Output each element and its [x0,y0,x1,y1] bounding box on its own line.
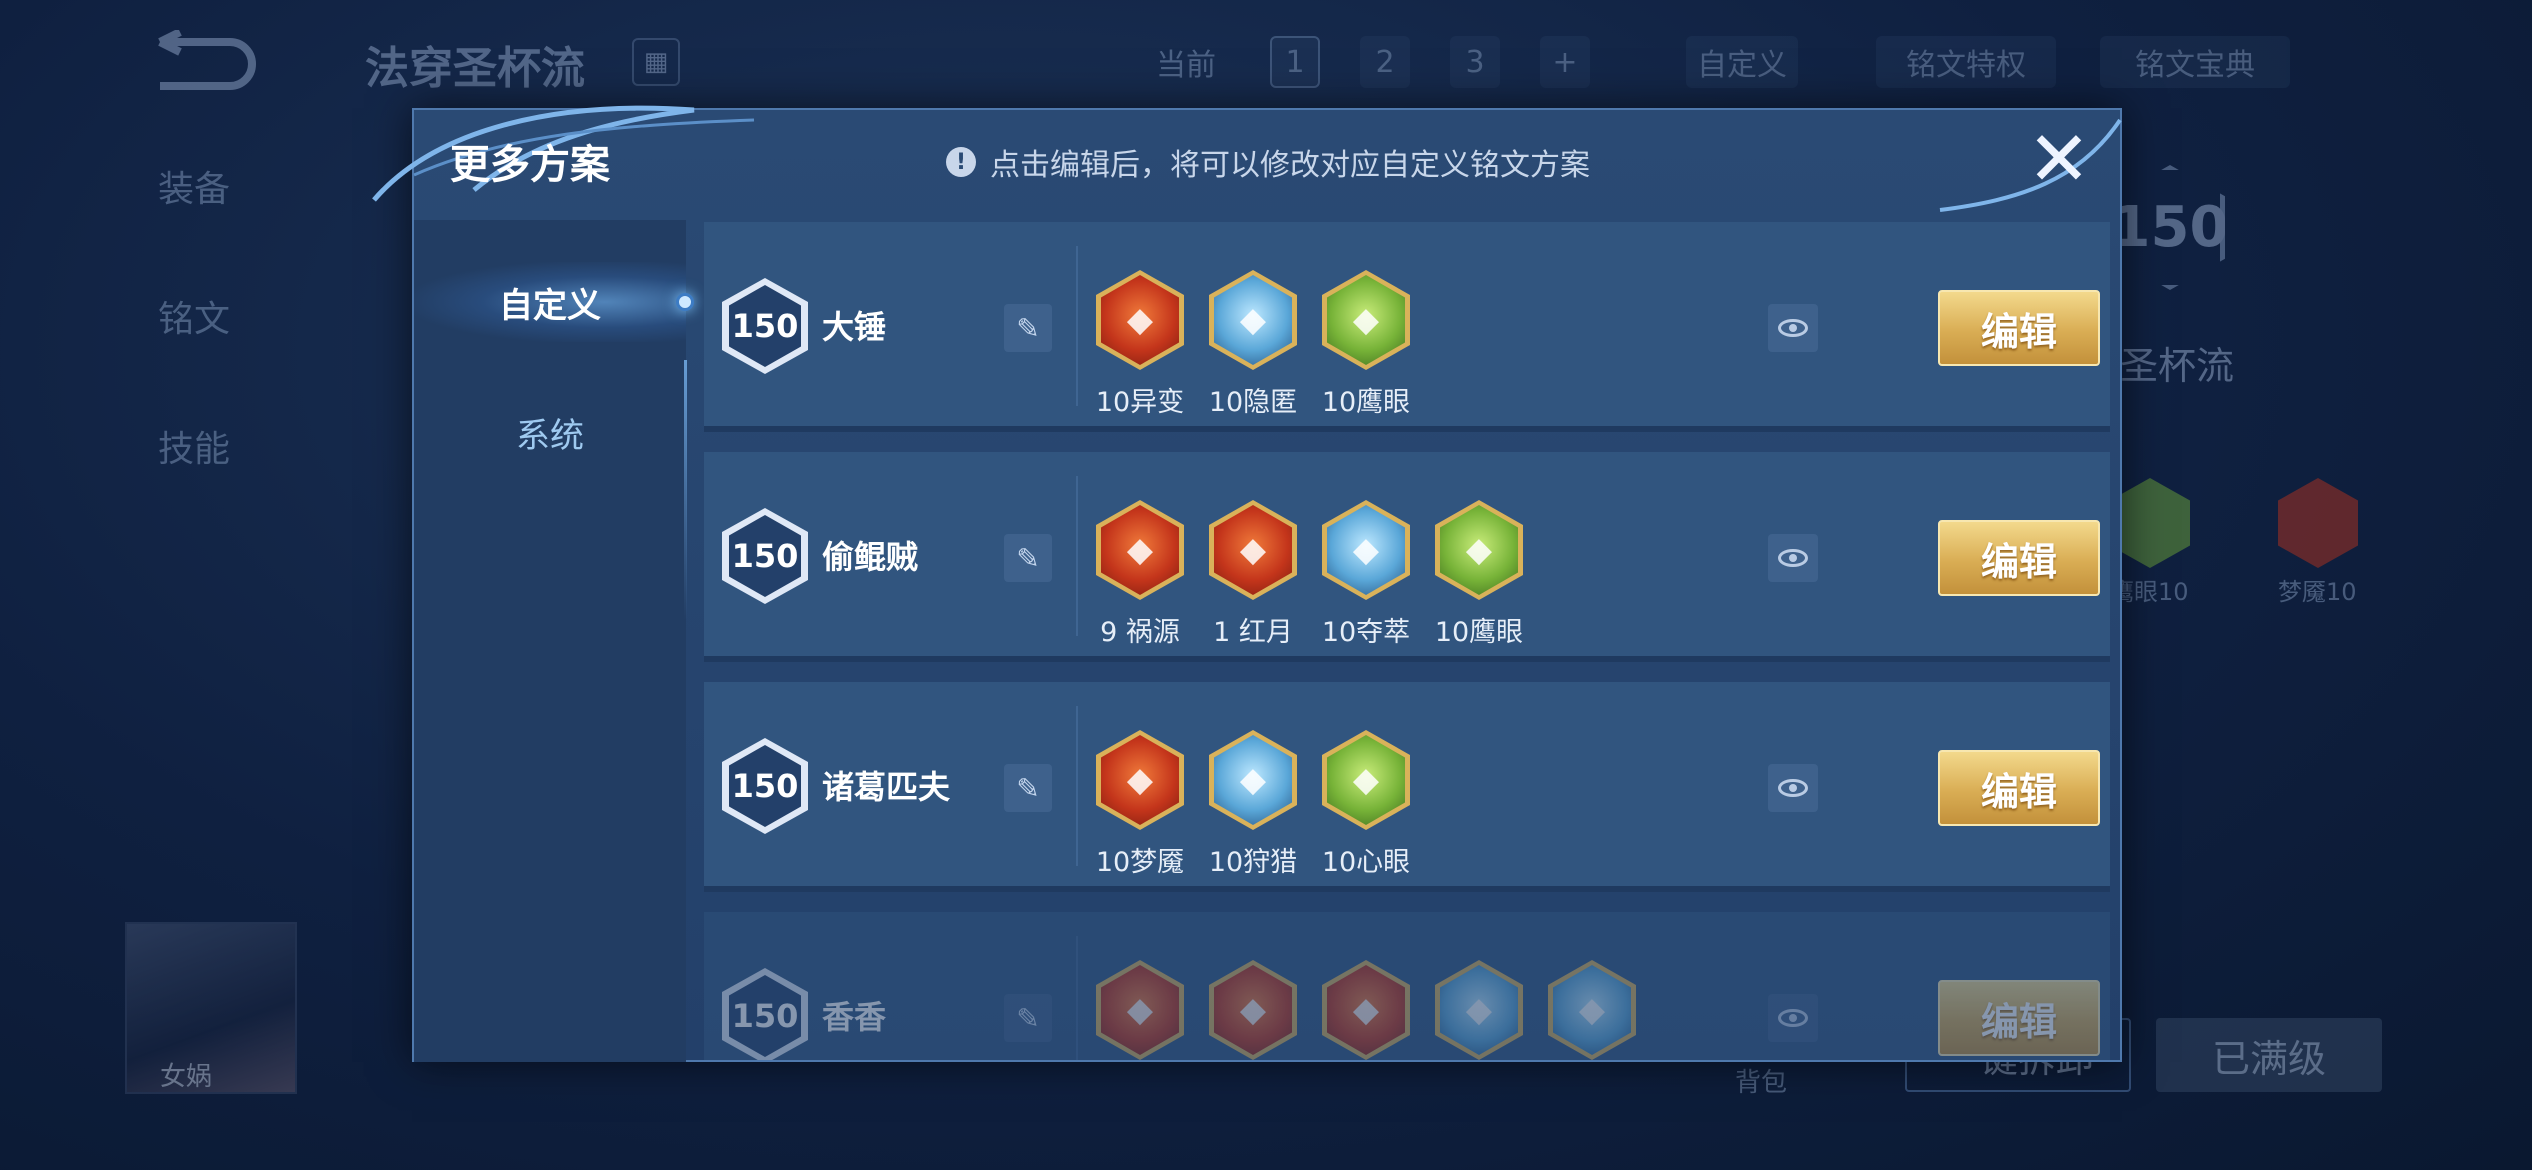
rune-caption: 1 红月 [1213,617,1293,648]
level-value: 150 [729,975,801,1057]
level-value: 150 [729,745,801,827]
side-item-runes[interactable]: 铭文 [158,290,230,342]
preview-eye-icon[interactable] [1768,534,1818,582]
row-divider [1076,476,1078,636]
side-item-equipment[interactable]: 装备 [158,160,230,212]
level-badge: 150 [722,968,808,1060]
row-divider [1076,706,1078,866]
rune-green-icon: ◆ [1435,500,1523,600]
rune-caption: 10心眼 [1321,847,1411,878]
rune-blue-icon: ◆ [1548,960,1636,1060]
rune-caption: 10异变 [1095,387,1185,418]
rune-caption: 10梦魇 [1095,847,1185,878]
rune-caption: 10夺萃 [1321,617,1411,648]
tab-custom[interactable]: 自定义 [414,262,686,342]
page-button-3[interactable]: 3 [1450,36,1500,88]
edit-button[interactable]: 编辑 [1938,980,2100,1056]
scheme-row: 150 香香 ✎ 编辑 ◆ ◆ ◆ ◆ ◆ [704,912,2110,1060]
edit-button[interactable]: 编辑 [1938,290,2100,366]
right-red-rune-icon [2278,478,2358,568]
scheme-name: 香香 [822,998,887,1036]
rune-red-icon: ◆ [1096,270,1184,370]
page-button-2[interactable]: 2 [1360,36,1410,88]
scheme-row: 150 偷鲲贼 ✎ 编辑 ◆ 9 祸源 ◆ 1 红月 ◆ 10夺萃 ◆ 10鹰眼 [704,452,2110,662]
grid-icon[interactable]: ▦ [632,38,680,86]
current-label: 当前 [1156,48,1216,83]
privilege-button[interactable]: 铭文特权 [1876,36,2056,88]
scheme-list[interactable]: 150 大锤 ✎ 编辑 ◆ 10异变 ◆ 10隐匿 ◆ 10鹰眼 150 偷鲲贼 ✎ 编辑… [704,222,2110,1060]
rune-caption: 10狩猎 [1208,847,1298,878]
scheme-name: 大锤 [822,308,887,346]
scheme-row: 150 诸葛匹夫 ✎ 编辑 ◆ 10梦魇 ◆ 10狩猎 ◆ 10心眼 [704,682,2110,892]
right-rune-caption-2: 梦魇10 [2278,578,2357,606]
rune-caption: 10隐匿 [1208,387,1298,418]
right-scheme-name: 圣杯流 [2120,344,2235,388]
rename-pencil-icon[interactable]: ✎ [1004,994,1052,1042]
rune-green-icon: ◆ [1322,730,1410,830]
preview-eye-icon[interactable] [1768,764,1818,812]
back-arrow-icon[interactable] [150,30,260,90]
bag-label: 背包 [1735,1068,1788,1098]
rune-caption: 9 祸源 [1100,617,1180,648]
modal-side-nav: 自定义 系统 [414,220,694,1062]
level-value: 150 [729,515,801,597]
privilege-label: 铭文特权 [1906,48,2026,83]
row-divider [1076,936,1078,1060]
right-green-rune-icon [2110,478,2190,568]
level-badge: 150 [722,738,808,834]
scheme-name: 偷鲲贼 [822,538,919,576]
rune-red-icon: ◆ [1322,960,1410,1060]
close-button[interactable]: ✕ [2024,121,2094,197]
max-level-button[interactable]: 已满级 [2156,1018,2382,1092]
side-item-skills[interactable]: 技能 [158,420,230,472]
row-divider [1076,246,1078,406]
info-icon: ! [946,147,976,177]
hint-text-row: ! 点击编辑后，将可以修改对应自定义铭文方案 [946,140,1590,184]
level-badge: 150 [722,508,808,604]
codex-label: 铭文宝典 [2135,48,2255,83]
rename-pencil-icon[interactable]: ✎ [1004,534,1052,582]
rune-blue-icon: ◆ [1209,730,1297,830]
rune-red-icon: ◆ [1209,500,1297,600]
rune-green-icon: ◆ [1322,270,1410,370]
rune-blue-icon: ◆ [1209,270,1297,370]
rune-red-icon: ◆ [1209,960,1297,1060]
custom-button[interactable]: 自定义 [1686,36,1798,88]
modal-title: 更多方案 [450,142,610,188]
modal-header: 更多方案 ! 点击编辑后，将可以修改对应自定义铭文方案 ✕ [372,105,2122,220]
scheme-row: 150 大锤 ✎ 编辑 ◆ 10异变 ◆ 10隐匿 ◆ 10鹰眼 [704,222,2110,432]
codex-button[interactable]: 铭文宝典 [2100,36,2290,88]
preview-eye-icon[interactable] [1768,304,1818,352]
scheme-name: 诸葛匹夫 [822,768,951,806]
hero-name: 女娲 [160,1062,213,1092]
rename-pencil-icon[interactable]: ✎ [1004,764,1052,812]
rune-caption: 10鹰眼 [1434,617,1524,648]
level-value: 150 [729,285,801,367]
rune-blue-icon: ◆ [1322,500,1410,600]
add-page-button[interactable]: + [1540,36,1590,88]
level-badge: 150 [722,278,808,374]
rename-pencil-icon[interactable]: ✎ [1004,304,1052,352]
preview-eye-icon[interactable] [1768,994,1818,1042]
hint-text: 点击编辑后，将可以修改对应自定义铭文方案 [990,148,1590,183]
tab-system[interactable]: 系统 [414,392,686,472]
rune-red-icon: ◆ [1096,960,1184,1060]
rune-blue-icon: ◆ [1435,960,1523,1060]
rune-caption: 10鹰眼 [1321,387,1411,418]
nav-divider [684,360,687,620]
edit-button[interactable]: 编辑 [1938,520,2100,596]
page-button-1[interactable]: 1 [1270,36,1320,88]
rune-red-icon: ◆ [1096,730,1184,830]
right-level-badge: 150 [2115,165,2225,290]
active-tab-indicator-icon [676,293,694,311]
edit-button[interactable]: 编辑 [1938,750,2100,826]
scheme-title: 法穿圣杯流 [365,43,585,94]
rune-red-icon: ◆ [1096,500,1184,600]
more-schemes-modal: 更多方案 ! 点击编辑后，将可以修改对应自定义铭文方案 ✕ 自定义 系统 150… [372,105,2122,1062]
